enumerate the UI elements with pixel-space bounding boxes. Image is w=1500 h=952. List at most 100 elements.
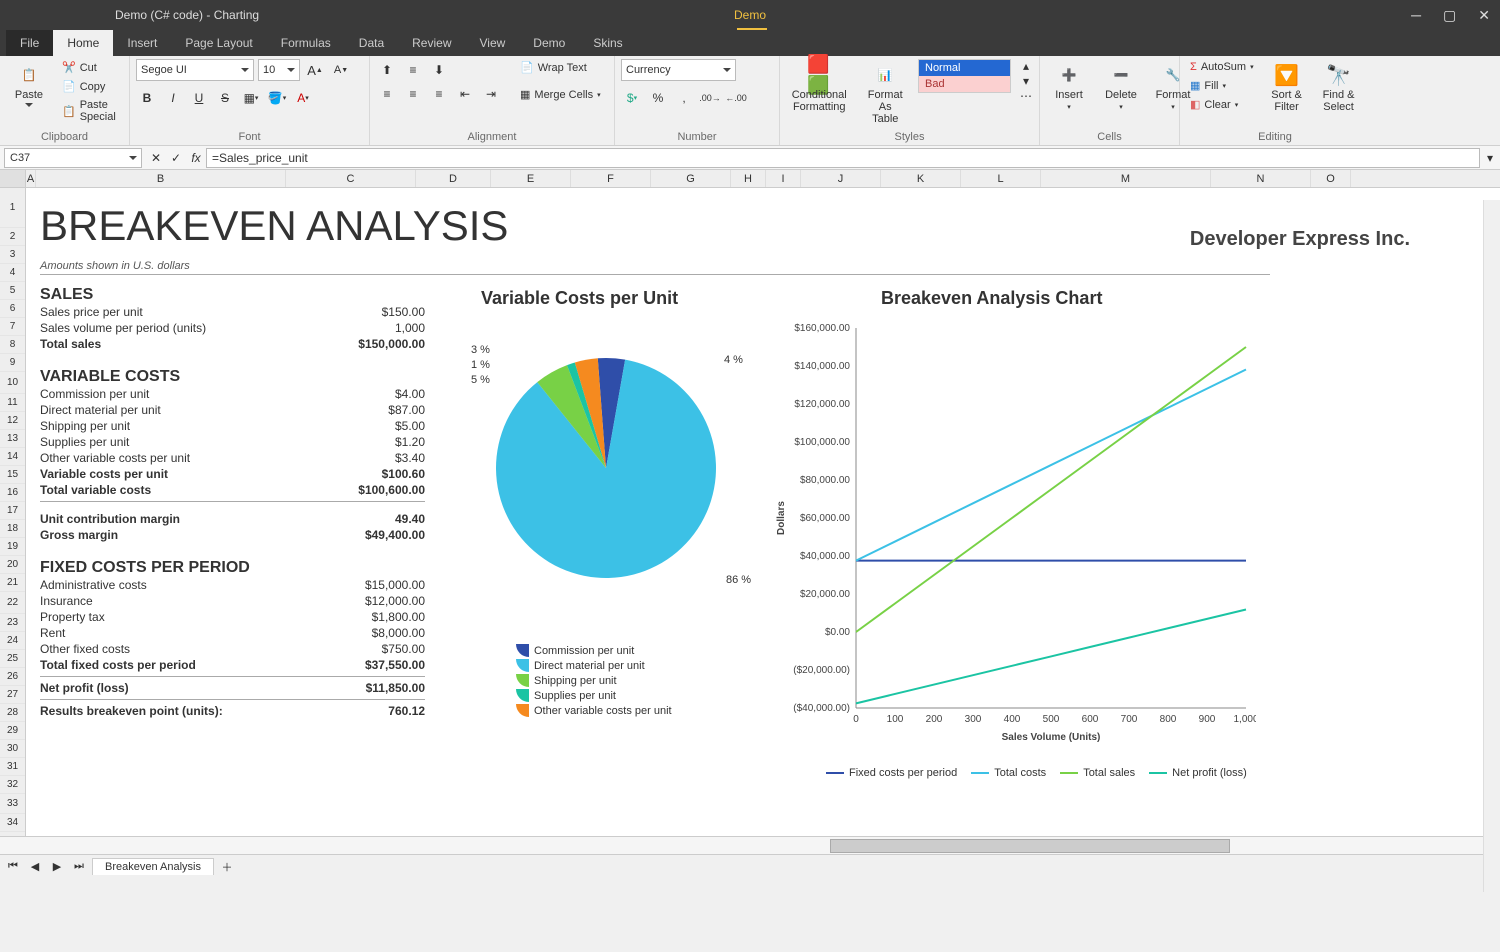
minimize-button[interactable]: ─	[1411, 7, 1421, 24]
borders-button[interactable]: ▦▾	[240, 87, 262, 109]
row-header-10[interactable]: 10	[0, 372, 25, 394]
row-header-16[interactable]: 16	[0, 484, 25, 502]
align-center-button[interactable]: ≡	[402, 83, 424, 105]
row-header-22[interactable]: 22	[0, 592, 25, 614]
row-header-28[interactable]: 28	[0, 704, 25, 722]
cell-styles-gallery[interactable]: Normal Bad	[918, 59, 1011, 93]
row-header-30[interactable]: 30	[0, 740, 25, 758]
col-header-K[interactable]: K	[881, 170, 961, 187]
tab-nav-last[interactable]: ⏭	[70, 860, 88, 873]
select-all-corner[interactable]	[0, 170, 26, 187]
sheet-tab[interactable]: Breakeven Analysis	[92, 858, 214, 875]
row-header-11[interactable]: 11	[0, 394, 25, 412]
comma-button[interactable]: ,	[673, 87, 695, 109]
tab-formulas[interactable]: Formulas	[267, 30, 345, 56]
row-header-23[interactable]: 23	[0, 614, 25, 632]
gallery-up-button[interactable]: ▴	[1019, 59, 1033, 73]
number-format-combo[interactable]: Currency	[621, 59, 736, 81]
col-header-J[interactable]: J	[801, 170, 881, 187]
col-header-M[interactable]: M	[1041, 170, 1211, 187]
tab-view[interactable]: View	[466, 30, 520, 56]
tab-skins[interactable]: Skins	[579, 30, 636, 56]
vertical-scrollbar[interactable]	[1483, 200, 1500, 892]
row-header-7[interactable]: 7	[0, 318, 25, 336]
row-header-6[interactable]: 6	[0, 300, 25, 318]
align-left-button[interactable]: ≡	[376, 83, 398, 105]
row-header-15[interactable]: 15	[0, 466, 25, 484]
maximize-button[interactable]: ▢	[1443, 7, 1456, 24]
row-header-8[interactable]: 8	[0, 336, 25, 354]
row-header-26[interactable]: 26	[0, 668, 25, 686]
row-header-20[interactable]: 20	[0, 556, 25, 574]
col-header-I[interactable]: I	[766, 170, 801, 187]
copy-button[interactable]: 📄Copy	[58, 78, 123, 95]
gallery-more-button[interactable]: ⋯	[1019, 89, 1033, 103]
tab-data[interactable]: Data	[345, 30, 398, 56]
insert-cells-button[interactable]: ➕Insert▾	[1046, 59, 1092, 115]
format-as-table-button[interactable]: 📊 Format As Table	[858, 59, 912, 129]
row-header-12[interactable]: 12	[0, 412, 25, 430]
bold-button[interactable]: B	[136, 87, 158, 109]
row-header-21[interactable]: 21	[0, 574, 25, 592]
col-header-N[interactable]: N	[1211, 170, 1311, 187]
row-header-5[interactable]: 5	[0, 282, 25, 300]
align-top-button[interactable]: ⬆	[376, 59, 398, 81]
tab-home[interactable]: Home	[53, 30, 113, 56]
enter-formula-button[interactable]: ✓	[166, 151, 186, 165]
horizontal-scrollbar[interactable]	[0, 836, 1500, 854]
shrink-font-button[interactable]: A▼	[330, 59, 352, 81]
increase-decimal-button[interactable]: .00→	[699, 87, 721, 109]
conditional-formatting-button[interactable]: 🟥🟩 Conditional Formatting	[786, 59, 852, 117]
decrease-decimal-button[interactable]: ←.00	[725, 87, 747, 109]
italic-button[interactable]: I	[162, 87, 184, 109]
col-header-E[interactable]: E	[491, 170, 571, 187]
strikethrough-button[interactable]: S	[214, 87, 236, 109]
align-right-button[interactable]: ≡	[428, 83, 450, 105]
paste-button[interactable]: 📋 Paste	[6, 59, 52, 111]
row-header-32[interactable]: 32	[0, 776, 25, 794]
style-normal[interactable]: Normal	[919, 60, 1010, 76]
row-header-27[interactable]: 27	[0, 686, 25, 704]
merge-cells-button[interactable]: ▦Merge Cells▾	[516, 86, 605, 103]
row-header-18[interactable]: 18	[0, 520, 25, 538]
row-header-14[interactable]: 14	[0, 448, 25, 466]
accounting-format-button[interactable]: $▾	[621, 87, 643, 109]
row-header-4[interactable]: 4	[0, 264, 25, 282]
gallery-down-button[interactable]: ▾	[1019, 74, 1033, 88]
align-bottom-button[interactable]: ⬇	[428, 59, 450, 81]
row-header-2[interactable]: 2	[0, 228, 25, 246]
increase-indent-button[interactable]: ⇥	[480, 83, 502, 105]
row-header-9[interactable]: 9	[0, 354, 25, 372]
tab-nav-prev[interactable]: ◀	[26, 860, 44, 873]
clear-button[interactable]: ◧Clear▾	[1186, 96, 1258, 113]
close-button[interactable]: ✕	[1478, 7, 1490, 24]
col-header-B[interactable]: B	[36, 170, 286, 187]
row-header-34[interactable]: 34	[0, 814, 25, 832]
tab-nav-next[interactable]: ▶	[48, 860, 66, 873]
col-header-L[interactable]: L	[961, 170, 1041, 187]
col-header-G[interactable]: G	[651, 170, 731, 187]
col-header-C[interactable]: C	[286, 170, 416, 187]
font-size-combo[interactable]: 10	[258, 59, 300, 81]
row-header-31[interactable]: 31	[0, 758, 25, 776]
col-header-D[interactable]: D	[416, 170, 491, 187]
tab-demo[interactable]: Demo	[519, 30, 579, 56]
row-header-33[interactable]: 33	[0, 794, 25, 814]
align-middle-button[interactable]: ≡	[402, 59, 424, 81]
worksheet[interactable]: BREAKEVEN ANALYSIS Developer Express Inc…	[26, 188, 1500, 836]
grow-font-button[interactable]: A▲	[304, 59, 326, 81]
row-header-24[interactable]: 24	[0, 632, 25, 650]
row-header-3[interactable]: 3	[0, 246, 25, 264]
row-header-19[interactable]: 19	[0, 538, 25, 556]
row-header-29[interactable]: 29	[0, 722, 25, 740]
tab-insert[interactable]: Insert	[113, 30, 171, 56]
tab-nav-first[interactable]: ⏮	[4, 860, 22, 873]
col-header-H[interactable]: H	[731, 170, 766, 187]
delete-cells-button[interactable]: ➖Delete▾	[1098, 59, 1144, 115]
style-bad[interactable]: Bad	[919, 76, 1010, 92]
fill-color-button[interactable]: 🪣▾	[266, 87, 288, 109]
add-sheet-button[interactable]: ＋	[218, 859, 236, 875]
paste-special-button[interactable]: 📋Paste Special	[58, 97, 123, 125]
formula-input[interactable]: =Sales_price_unit	[206, 148, 1480, 168]
font-family-combo[interactable]: Segoe UI	[136, 59, 254, 81]
